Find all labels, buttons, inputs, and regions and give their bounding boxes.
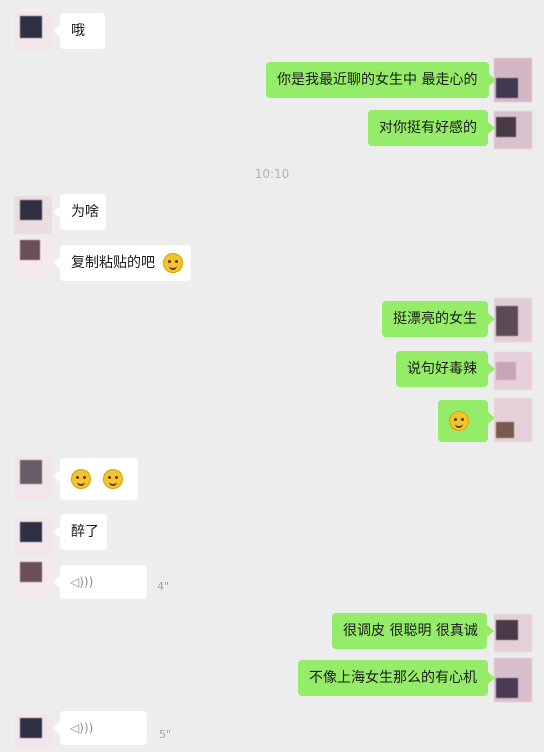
contact-avatar[interactable]	[14, 196, 52, 234]
voice-icon: ◁)))	[70, 721, 94, 735]
sad-emoji	[71, 469, 91, 489]
laughing-emoji	[449, 411, 469, 431]
message-bubble[interactable]: 为啥	[53, 194, 106, 230]
message-text: 说句好毒辣	[407, 361, 477, 377]
voice-duration: 5"	[159, 728, 172, 741]
contact-avatar[interactable]	[14, 714, 52, 752]
my-avatar[interactable]	[494, 111, 532, 149]
my-avatar[interactable]	[494, 614, 532, 652]
message-text: 你是我最近聊的女生中 最走心的	[277, 72, 478, 88]
message-text: 复制粘贴的吧	[71, 255, 155, 271]
message-text: 不像上海女生那么的有心机	[309, 670, 477, 686]
chat-area: 哦 你是我最近聊的女生中 最走心的 对你挺有好感的 10:10 为啥 复制粘贴的…	[0, 0, 544, 750]
message-text: 为啥	[71, 204, 99, 220]
voice-message[interactable]: ◁)))	[53, 711, 147, 745]
my-avatar[interactable]	[494, 298, 532, 342]
voice-message[interactable]: ◁)))	[53, 565, 147, 599]
contact-avatar[interactable]	[14, 12, 52, 50]
contact-avatar[interactable]	[14, 518, 52, 556]
timestamp: 10:10	[254, 167, 290, 181]
message-bubble[interactable]: 说句好毒辣	[396, 351, 495, 387]
message-bubble[interactable]	[53, 458, 138, 500]
voice-duration: 4"	[157, 580, 170, 593]
message-bubble[interactable]: 很调皮 很聪明 很真诚	[332, 613, 494, 649]
sad-emoji	[103, 469, 124, 489]
message-text: 挺漂亮的女生	[393, 311, 477, 327]
contact-avatar[interactable]	[14, 456, 52, 500]
message-bubble[interactable]	[438, 400, 495, 442]
message-bubble[interactable]: 不像上海女生那么的有心机	[298, 660, 495, 696]
voice-icon: ◁)))	[70, 575, 94, 589]
message-text: 很调皮 很聪明 很真诚	[343, 623, 478, 639]
message-bubble[interactable]: 你是我最近聊的女生中 最走心的	[266, 62, 496, 98]
my-avatar[interactable]	[494, 398, 532, 442]
my-avatar[interactable]	[494, 352, 532, 390]
my-avatar[interactable]	[494, 658, 532, 702]
thinking-emoji	[163, 253, 184, 273]
my-avatar[interactable]	[494, 58, 532, 102]
message-bubble[interactable]: 复制粘贴的吧	[53, 245, 191, 281]
message-bubble[interactable]: 哦	[53, 13, 105, 49]
message-text: 醉了	[71, 524, 99, 540]
message-text: 对你挺有好感的	[379, 120, 477, 136]
message-text: 哦	[71, 23, 85, 39]
contact-avatar[interactable]	[14, 560, 52, 598]
message-bubble[interactable]: 对你挺有好感的	[368, 110, 495, 146]
contact-avatar[interactable]	[14, 238, 52, 276]
message-bubble[interactable]: 醉了	[53, 514, 107, 550]
message-bubble[interactable]: 挺漂亮的女生	[382, 301, 495, 337]
